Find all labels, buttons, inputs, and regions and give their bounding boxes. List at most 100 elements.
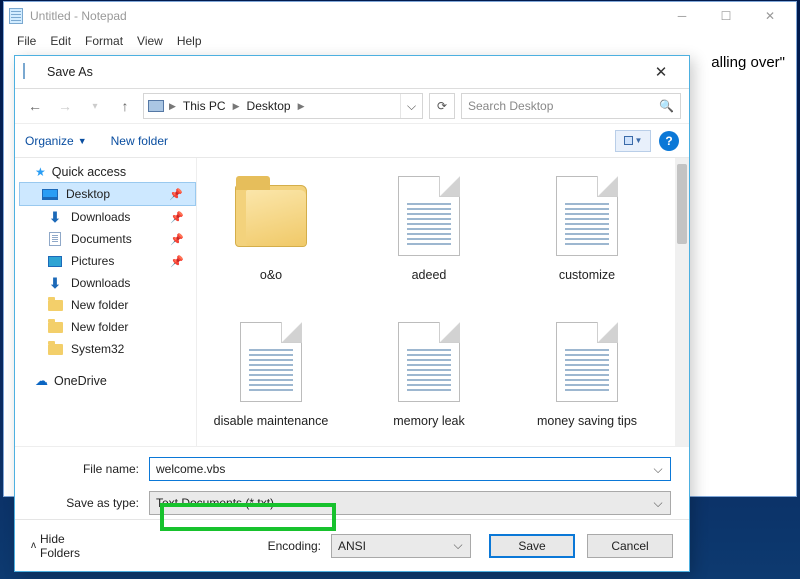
sidebar-item-system32[interactable]: System32	[19, 338, 196, 360]
file-item[interactable]: memory leak	[365, 318, 493, 442]
text-file-icon	[556, 322, 618, 402]
nav-recent-button[interactable]: ▾	[83, 94, 107, 118]
refresh-button[interactable]: ⟳	[429, 93, 455, 119]
notepad-title: Untitled - Notepad	[30, 9, 127, 23]
new-folder-button[interactable]: New folder	[111, 134, 168, 148]
filename-input[interactable]: welcome.vbs ⌵	[149, 457, 671, 481]
cloud-icon: ☁	[35, 373, 48, 389]
breadcrumb-this-pc[interactable]: This PC	[181, 99, 228, 113]
sidebar-item-label: Downloads	[71, 276, 130, 290]
search-placeholder: Search Desktop	[468, 99, 553, 113]
encoding-select[interactable]: ANSI ⌵	[331, 534, 471, 558]
folder-icon	[235, 185, 307, 247]
save-as-type-select[interactable]: Text Documents (*.txt) ⌵	[149, 491, 671, 515]
chevron-right-icon[interactable]: ▶	[295, 101, 308, 112]
file-item[interactable]: customize	[523, 172, 651, 296]
notepad-icon	[8, 8, 24, 24]
dialog-icon	[23, 64, 39, 80]
view-icon	[624, 136, 633, 145]
search-icon: 🔍	[659, 99, 674, 113]
file-label: o&o	[260, 268, 282, 296]
text-file-icon	[556, 176, 618, 256]
menu-edit[interactable]: Edit	[43, 32, 78, 50]
breadcrumb-dropdown[interactable]: ⌵	[400, 94, 422, 118]
dialog-nav: ← → ▾ ↑ ▶ This PC ▶ Desktop ▶ ⌵ ⟳ Search…	[15, 88, 689, 124]
sidebar-item-label: Pictures	[71, 254, 114, 268]
filename-label: File name:	[33, 462, 149, 476]
pin-icon: 📌	[170, 233, 184, 246]
file-item-folder[interactable]: o&o	[207, 172, 335, 296]
text-file-icon	[398, 322, 460, 402]
search-box[interactable]: Search Desktop 🔍	[461, 93, 681, 119]
sidebar-item-documents[interactable]: Documents 📌	[19, 228, 196, 250]
menu-format[interactable]: Format	[78, 32, 130, 50]
dialog-sidebar: ★ Quick access Desktop 📌 ⬇ Downloads 📌 D…	[15, 158, 197, 446]
editor-text-fragment: alling over"	[711, 54, 785, 71]
file-label: money saving tips	[537, 414, 637, 442]
sidebar-item-newfolder-2[interactable]: New folder	[19, 316, 196, 338]
file-item[interactable]: disable maintenance	[207, 318, 335, 442]
sidebar-item-downloads[interactable]: ⬇ Downloads 📌	[19, 206, 196, 228]
menu-file[interactable]: File	[10, 32, 43, 50]
file-label: adeed	[412, 268, 447, 296]
pin-icon: 📌	[170, 255, 184, 268]
document-icon	[47, 231, 63, 247]
sidebar-item-pictures[interactable]: Pictures 📌	[19, 250, 196, 272]
nav-back-button[interactable]: ←	[23, 94, 47, 118]
maximize-button[interactable]: ☐	[704, 3, 748, 29]
dialog-close-button[interactable]: ✕	[641, 60, 681, 84]
pin-icon: 📌	[170, 211, 184, 224]
folder-icon	[47, 319, 63, 335]
chevron-right-icon[interactable]: ▶	[230, 101, 243, 112]
download-icon: ⬇	[47, 275, 63, 291]
organize-button[interactable]: Organize ▼	[25, 134, 87, 148]
menu-help[interactable]: Help	[170, 32, 209, 50]
breadcrumb-desktop[interactable]: Desktop	[245, 99, 293, 113]
dialog-toolbar: Organize ▼ New folder ▼ ?	[15, 124, 689, 158]
chevron-down-icon: ▼	[635, 136, 643, 145]
sidebar-quick-access[interactable]: ★ Quick access	[19, 162, 196, 182]
download-icon: ⬇	[47, 209, 63, 225]
scrollbar[interactable]	[675, 158, 689, 446]
hide-folders-button[interactable]: ʌ Hide Folders	[31, 532, 100, 560]
dialog-titlebar: Save As ✕	[15, 56, 689, 88]
file-label: memory leak	[393, 414, 465, 442]
sidebar-item-label: Desktop	[66, 187, 110, 201]
minimize-button[interactable]: ─	[660, 3, 704, 29]
sidebar-item-downloads-2[interactable]: ⬇ Downloads	[19, 272, 196, 294]
encoding-label: Encoding:	[268, 539, 321, 553]
chevron-up-icon: ʌ	[31, 540, 36, 551]
sidebar-item-label: Documents	[71, 232, 132, 246]
file-item[interactable]: adeed	[365, 172, 493, 296]
text-file-icon	[240, 322, 302, 402]
sidebar-item-label: New folder	[71, 320, 128, 334]
chevron-down-icon[interactable]: ⌵	[450, 535, 466, 557]
sidebar-item-newfolder-1[interactable]: New folder	[19, 294, 196, 316]
chevron-right-icon[interactable]: ▶	[166, 101, 179, 112]
chevron-down-icon: ▼	[78, 136, 87, 146]
star-icon: ★	[35, 165, 46, 179]
sidebar-item-label: System32	[71, 342, 124, 356]
file-pane[interactable]: o&o adeed customize disable maintenance …	[197, 158, 689, 446]
nav-forward-button[interactable]: →	[53, 94, 77, 118]
view-mode-button[interactable]: ▼	[615, 130, 651, 152]
sidebar-item-label: New folder	[71, 298, 128, 312]
pin-icon: 📌	[169, 188, 183, 201]
help-button[interactable]: ?	[659, 131, 679, 151]
notepad-menubar: File Edit Format View Help	[4, 30, 796, 52]
file-item[interactable]: money saving tips	[523, 318, 651, 442]
menu-view[interactable]: View	[130, 32, 170, 50]
cancel-button[interactable]: Cancel	[587, 534, 673, 558]
chevron-down-icon[interactable]: ⌵	[650, 458, 666, 480]
save-button[interactable]: Save	[489, 534, 575, 558]
save-as-type-label: Save as type:	[33, 496, 149, 510]
nav-up-button[interactable]: ↑	[113, 94, 137, 118]
chevron-down-icon[interactable]: ⌵	[650, 492, 666, 514]
close-button[interactable]: ✕	[748, 3, 792, 29]
dialog-fields: File name: welcome.vbs ⌵ Save as type: T…	[15, 446, 689, 519]
folder-icon	[47, 341, 63, 357]
file-label: customize	[559, 268, 615, 296]
sidebar-item-desktop[interactable]: Desktop 📌	[19, 182, 196, 206]
breadcrumb-bar[interactable]: ▶ This PC ▶ Desktop ▶ ⌵	[143, 93, 423, 119]
sidebar-onedrive[interactable]: ☁ OneDrive	[19, 370, 196, 392]
